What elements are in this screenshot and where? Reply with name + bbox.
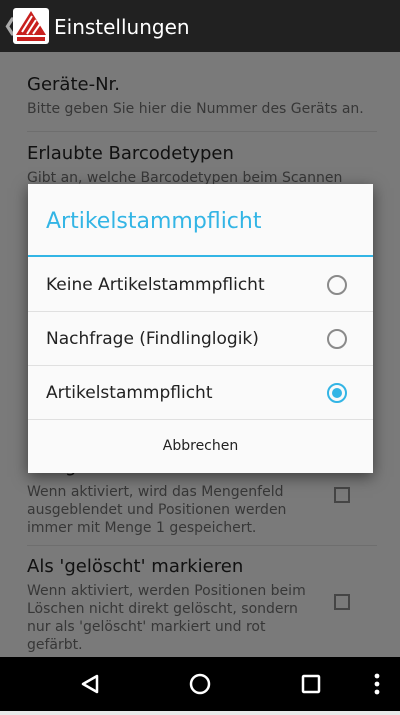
option-label: Keine Artikelstammpflicht: [46, 275, 265, 295]
system-navigation-bar: [0, 657, 400, 711]
home-circle-icon[interactable]: [170, 657, 230, 711]
action-bar: ❮ Einstellungen: [0, 0, 400, 52]
radio-checked-icon[interactable]: [327, 383, 347, 403]
single-choice-dialog: Artikelstammpflicht Keine Artikelstammpf…: [28, 184, 373, 473]
option-artikelstammpflicht[interactable]: Artikelstammpflicht: [28, 366, 373, 420]
cancel-button-label: Abbrechen: [162, 438, 239, 454]
cancel-button[interactable]: Abbrechen: [28, 420, 373, 473]
dialog-title: Artikelstammpflicht: [46, 209, 262, 234]
back-triangle-icon[interactable]: [60, 657, 120, 711]
dialog-title-divider: [28, 255, 373, 257]
option-label: Nachfrage (Findlinglogik): [46, 329, 259, 349]
radio-unchecked-icon[interactable]: [327, 275, 347, 295]
radio-unchecked-icon[interactable]: [327, 329, 347, 349]
page-title: Einstellungen: [54, 15, 190, 39]
overflow-menu-icon[interactable]: [347, 657, 400, 711]
option-label: Artikelstammpflicht: [46, 383, 213, 403]
option-keine-artikelstammpflicht[interactable]: Keine Artikelstammpflicht: [28, 258, 373, 312]
app-logo-icon[interactable]: [13, 8, 49, 44]
recents-square-icon[interactable]: [281, 657, 341, 711]
option-nachfrage-findlinglogik[interactable]: Nachfrage (Findlinglogik): [28, 312, 373, 366]
